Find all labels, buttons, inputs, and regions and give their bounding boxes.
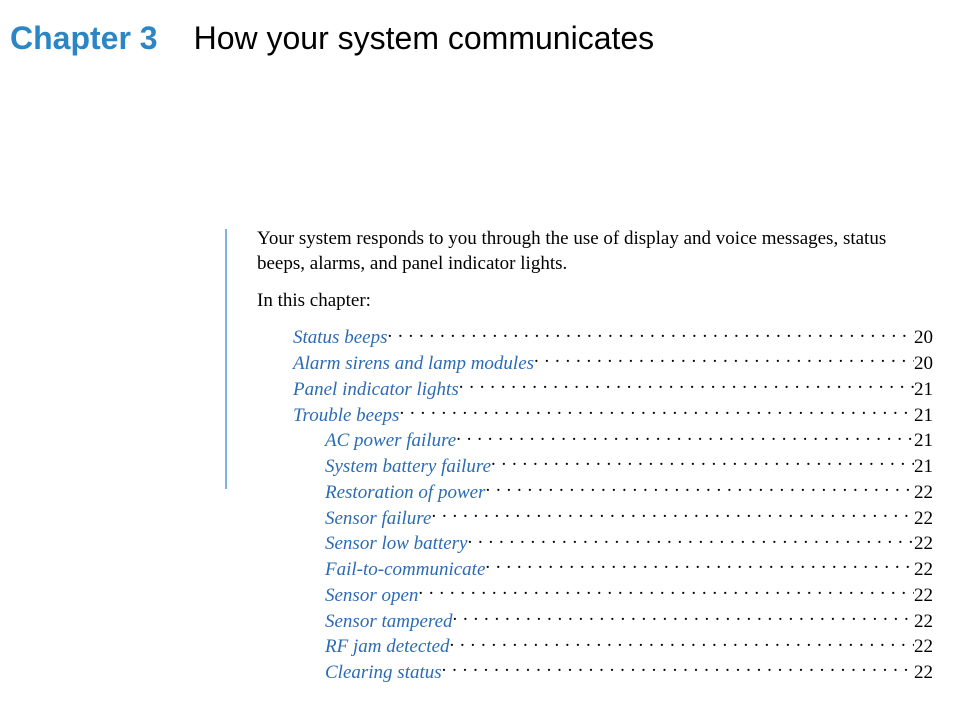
chapter-label: Chapter 3 — [10, 20, 158, 57]
toc-entry-title[interactable]: System battery failure — [325, 455, 491, 479]
toc-entry-page: 22 — [914, 584, 933, 608]
toc-leader-dots — [534, 350, 914, 369]
toc-entry-title[interactable]: Restoration of power — [325, 481, 485, 505]
toc-row: Trouble beeps 21 — [293, 402, 933, 428]
toc-leader-dots — [459, 376, 914, 395]
toc-entry-page: 22 — [914, 661, 933, 685]
toc-row: Sensor failure 22 — [325, 505, 933, 531]
toc-entry-title[interactable]: Sensor failure — [325, 507, 431, 531]
in-this-chapter-label: In this chapter: — [257, 290, 933, 312]
toc-entry-title[interactable]: RF jam detected — [325, 635, 450, 659]
toc-row: RF jam detected 22 — [325, 633, 933, 659]
toc-entry-title[interactable]: Fail-to-communicate — [325, 558, 485, 582]
toc-row: AC power failure 21 — [325, 427, 933, 453]
toc-leader-dots — [485, 556, 914, 575]
intro-paragraph: Your system responds to you through the … — [257, 227, 933, 276]
toc-entry-title[interactable]: Sensor open — [325, 584, 418, 608]
toc-row: Sensor tampered 22 — [325, 608, 933, 634]
toc-entry-page: 20 — [914, 352, 933, 376]
toc-leader-dots — [491, 453, 914, 472]
toc-row: Status beeps 20 — [293, 324, 933, 350]
toc-leader-dots — [450, 633, 914, 652]
toc-entry-page: 22 — [914, 481, 933, 505]
side-rule — [225, 229, 227, 489]
toc-entry-page: 21 — [914, 455, 933, 479]
toc-leader-dots — [387, 324, 914, 343]
toc-entry-title[interactable]: Status beeps — [293, 326, 387, 350]
toc-row: Restoration of power 22 — [325, 479, 933, 505]
body-block: Your system responds to you through the … — [225, 227, 933, 685]
toc-leader-dots — [453, 608, 914, 627]
toc-leader-dots — [431, 505, 914, 524]
toc-entry-page: 21 — [914, 378, 933, 402]
toc-entry-title[interactable]: Trouble beeps — [293, 404, 399, 428]
toc-row: Fail-to-communicate 22 — [325, 556, 933, 582]
chapter-title: How your system communicates — [194, 20, 655, 57]
toc-leader-dots — [442, 659, 914, 678]
toc-entry-title[interactable]: Panel indicator lights — [293, 378, 459, 402]
toc-entry-title[interactable]: Alarm sirens and lamp modules — [293, 352, 534, 376]
toc-entry-title[interactable]: Sensor tampered — [325, 610, 453, 634]
toc-entry-page: 21 — [914, 429, 933, 453]
toc-leader-dots — [418, 582, 914, 601]
toc-row: Alarm sirens and lamp modules 20 — [293, 350, 933, 376]
toc-row: Clearing status 22 — [325, 659, 933, 685]
toc-leader-dots — [468, 530, 915, 549]
toc-entry-page: 22 — [914, 610, 933, 634]
toc-list: Status beeps20Alarm sirens and lamp modu… — [293, 324, 933, 685]
toc-row: System battery failure 21 — [325, 453, 933, 479]
toc-entry-title[interactable]: AC power failure — [325, 429, 456, 453]
toc-entry-page: 22 — [914, 532, 933, 556]
toc-entry-page: 22 — [914, 558, 933, 582]
toc-entry-page: 22 — [914, 507, 933, 531]
toc-entry-page: 21 — [914, 404, 933, 428]
toc-row: Panel indicator lights 21 — [293, 376, 933, 402]
toc-row: Sensor open 22 — [325, 582, 933, 608]
toc-entry-title[interactable]: Sensor low battery — [325, 532, 468, 556]
toc-entry-page: 22 — [914, 635, 933, 659]
toc-entry-page: 20 — [914, 326, 933, 350]
toc-leader-dots — [485, 479, 914, 498]
toc-leader-dots — [399, 402, 914, 421]
toc-row: Sensor low battery 22 — [325, 530, 933, 556]
chapter-header: Chapter 3 How your system communicates — [10, 20, 933, 57]
toc-leader-dots — [456, 427, 914, 446]
toc-entry-title[interactable]: Clearing status — [325, 661, 442, 685]
